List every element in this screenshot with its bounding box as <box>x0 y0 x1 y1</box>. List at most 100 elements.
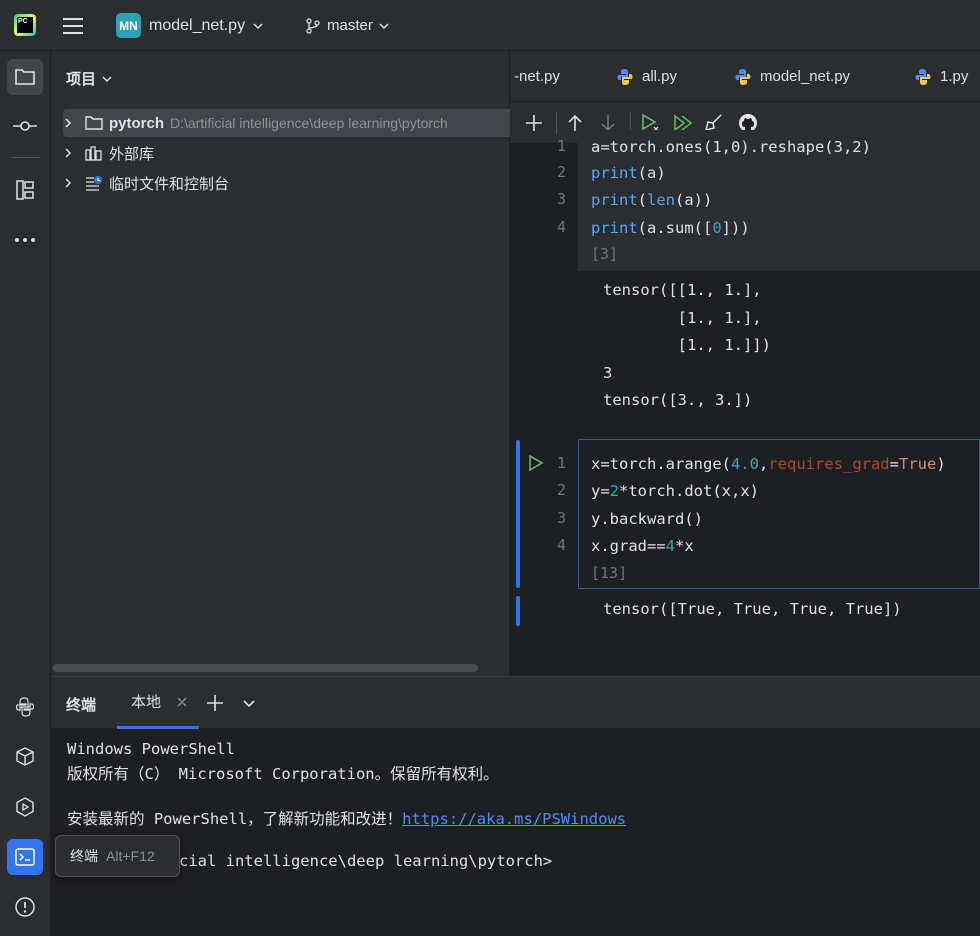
code-line[interactable]: y.backward() <box>591 509 703 529</box>
tree-item-label: 外部库 <box>109 145 155 163</box>
terminal-panel: 终端 本地 Windows PowerShell 版权所有（C） Microso… <box>51 676 980 936</box>
new-tab-plus-icon[interactable] <box>207 695 223 711</box>
commit-tool-button[interactable] <box>7 108 43 144</box>
terminal-title: 终端 <box>66 697 97 714</box>
project-name: model_net.py <box>149 16 246 34</box>
project-badge[interactable]: MN <box>116 13 141 38</box>
tree-item-external-libraries[interactable]: 外部库 <box>63 139 154 167</box>
chevron-down-icon <box>253 22 263 29</box>
services-button[interactable] <box>7 789 43 825</box>
editor-area: -net.py all.py model_net.py 1.py a=torch… <box>510 51 980 676</box>
tab-local[interactable]: 本地 <box>117 677 199 729</box>
chevron-right-icon[interactable] <box>63 177 73 189</box>
output-line: tensor([[1., 1.], <box>603 281 762 299</box>
output-line: 3 <box>603 364 613 382</box>
notebook-cell[interactable]: a=torch.ones(1,0).reshape(3,2) print(a) … <box>578 130 980 271</box>
add-cell-button[interactable] <box>524 113 544 133</box>
line-number: 4 <box>556 218 566 236</box>
horizontal-scrollbar[interactable] <box>53 664 478 672</box>
chevron-down-icon <box>102 75 112 82</box>
pycharm-logo-icon: PC <box>14 14 36 36</box>
terminal-line: Windows PowerShell <box>67 740 235 758</box>
tooltip-shortcut: Alt+F12 <box>106 848 155 864</box>
tab-net-py[interactable]: -net.py <box>514 51 560 102</box>
tab-model-net-py[interactable]: model_net.py <box>734 51 850 102</box>
line-number: 3 <box>556 190 566 208</box>
terminal-tooltip: 终端 Alt+F12 <box>55 835 180 877</box>
output-line: [1., 1.]]) <box>603 336 771 354</box>
terminal-icon <box>15 848 35 866</box>
terminal-tab-bar: 终端 本地 <box>51 677 980 729</box>
branch-name: master <box>327 17 373 34</box>
code-line[interactable]: print(a.sum([0])) <box>591 218 750 238</box>
vcs-branch-widget[interactable]: master <box>305 0 389 51</box>
chevron-down-icon[interactable] <box>243 699 255 709</box>
tree-item-label: 临时文件和控制台 <box>109 175 230 193</box>
output-line: tensor([3., 3.]) <box>603 391 753 409</box>
project-widget[interactable]: model_net.py <box>149 0 263 51</box>
library-icon <box>85 146 102 161</box>
folder-icon <box>15 69 35 85</box>
python-file-icon <box>617 68 633 85</box>
tree-item-path: D:\artificial intelligence\deep learning… <box>170 115 448 131</box>
main-menu-button[interactable] <box>62 0 84 51</box>
code-line[interactable]: print(len(a)) <box>591 190 712 210</box>
commit-icon <box>13 121 37 131</box>
python-console-icon <box>16 747 34 766</box>
python-icon <box>15 697 35 717</box>
code-line[interactable]: a=torch.ones(1,0).reshape(3,2) <box>591 137 871 157</box>
chevron-down-icon <box>379 22 389 29</box>
chevron-right-icon[interactable] <box>63 147 73 159</box>
cell-output-bar <box>516 596 520 626</box>
line-number: 1 <box>556 137 566 155</box>
tree-item-scratches[interactable]: 临时文件和控制台 <box>63 169 229 197</box>
branch-icon <box>306 17 320 34</box>
code-line[interactable]: print(a) <box>591 163 666 183</box>
problems-button[interactable] <box>7 889 43 925</box>
code-line[interactable]: x.grad==4*x <box>591 536 694 556</box>
terminal-line: 版权所有（C） Microsoft Corporation。保留所有权利。 <box>67 765 499 783</box>
structure-tool-button[interactable] <box>7 172 43 208</box>
more-tools-button[interactable] <box>7 222 43 258</box>
tree-item-label: pytorch <box>109 114 165 132</box>
project-panel: 项目 pytorch D:\artificial intelligence\de… <box>51 51 510 676</box>
terminal-tool-button[interactable] <box>7 839 43 875</box>
line-number: 2 <box>556 481 566 499</box>
line-number: 3 <box>556 509 566 527</box>
close-icon[interactable] <box>177 697 187 707</box>
python-file-icon <box>735 68 751 85</box>
editor-tabs: -net.py all.py model_net.py 1.py <box>510 51 980 102</box>
code-line[interactable]: x=torch.arange(4.0,requires_grad=True) <box>591 454 946 474</box>
tree-item-pytorch[interactable]: pytorch D:\artificial intelligence\deep … <box>63 109 510 137</box>
problems-icon <box>15 897 35 917</box>
services-icon <box>16 797 34 817</box>
python-console-button[interactable] <box>7 739 43 775</box>
cell-selection-bar <box>516 440 520 588</box>
chevron-right-icon[interactable] <box>63 117 73 129</box>
notebook-cell-selected[interactable]: x=torch.arange(4.0,requires_grad=True) y… <box>578 439 980 589</box>
tab-1-py[interactable]: 1.py <box>914 51 968 102</box>
line-number: 1 <box>556 454 566 472</box>
tab-all-py[interactable]: all.py <box>616 51 677 102</box>
python-file-icon <box>915 68 931 85</box>
output-line: [1., 1.], <box>603 309 762 327</box>
python-packages-button[interactable] <box>7 689 43 725</box>
line-number: 4 <box>556 536 566 554</box>
terminal-line: 安装最新的 PowerShell，了解新功能和改进！https://aka.ms… <box>67 810 627 828</box>
code-line[interactable]: y=2*torch.dot(x,x) <box>591 481 759 501</box>
execution-count: [13] <box>591 564 628 582</box>
powershell-link[interactable]: https://aka.ms/PSWindows <box>402 810 626 828</box>
execution-count: [3] <box>591 245 619 263</box>
folder-icon <box>85 116 103 130</box>
scratches-icon <box>86 176 102 191</box>
structure-icon <box>16 180 34 200</box>
line-number: 2 <box>556 163 566 181</box>
more-icon <box>15 238 35 242</box>
plus-icon <box>526 115 542 131</box>
output-line: tensor([True, True, True, True]) <box>603 600 902 618</box>
left-tool-strip <box>0 51 51 936</box>
tooltip-label: 终端 <box>70 848 98 864</box>
project-tool-button[interactable] <box>7 59 43 95</box>
title-bar: PC MN model_net.py master <box>0 0 980 51</box>
project-panel-title[interactable]: 项目 <box>66 68 112 89</box>
